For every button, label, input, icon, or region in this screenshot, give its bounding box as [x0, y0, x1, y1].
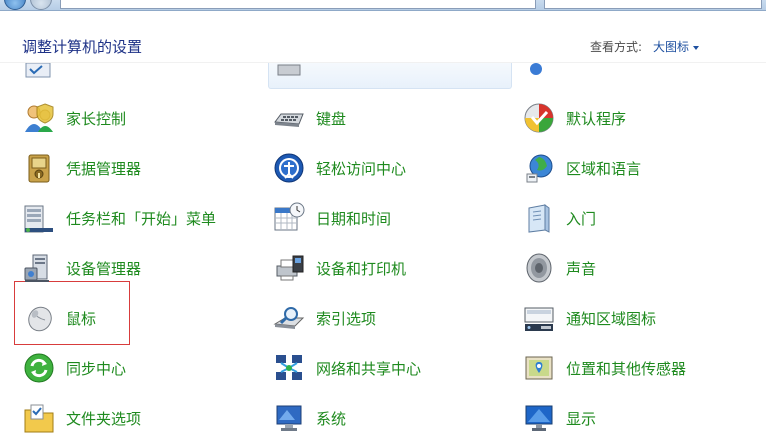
sound-icon	[522, 251, 556, 285]
item-label: 任务栏和「开始」菜单	[66, 209, 217, 228]
item-getting-started[interactable]: 入门	[522, 196, 596, 240]
indexing-icon	[272, 301, 306, 335]
item-label: 鼠标	[66, 309, 97, 328]
item-label: 同步中心	[66, 359, 127, 378]
item-label: 声音	[566, 259, 597, 278]
folder-options-icon	[22, 401, 56, 435]
view-mode-label: 查看方式:	[590, 40, 643, 54]
item-date-time[interactable]: 日期和时间	[272, 196, 391, 240]
item-system[interactable]: 系统	[272, 396, 346, 439]
item-credential-manager[interactable]: 凭据管理器	[22, 146, 141, 190]
item-label: 日期和时间	[316, 209, 392, 228]
back-button[interactable]	[4, 0, 26, 10]
ease-of-access-icon	[272, 151, 306, 185]
item-label: 默认程序	[566, 109, 627, 128]
item-ease-of-access[interactable]: 轻松访问中心	[272, 146, 406, 190]
item-folder-options[interactable]: 文件夹选项	[22, 396, 141, 439]
item-device-manager[interactable]: 设备管理器	[22, 246, 141, 290]
item-label: 设备和打印机	[316, 259, 407, 278]
view-mode-dropdown[interactable]: 大图标	[653, 38, 700, 55]
item-default-programs[interactable]: 默认程序	[522, 96, 626, 140]
item-display[interactable]: 显示	[522, 396, 596, 439]
display-icon	[522, 401, 556, 435]
getting-started-icon	[522, 201, 556, 235]
item-region-language[interactable]: 区域和语言	[522, 146, 641, 190]
date-time-icon	[272, 201, 306, 235]
item-location-sensors[interactable]: 位置和其他传感器	[522, 346, 686, 390]
credential-manager-icon	[22, 151, 56, 185]
region-language-icon	[522, 151, 556, 185]
view-mode-value: 大图标	[653, 40, 690, 54]
search-input[interactable]	[544, 0, 762, 9]
page-title: 调整计算机的设置	[22, 38, 143, 56]
hover-highlight	[268, 63, 512, 89]
address-bar-strip: ▾	[0, 0, 766, 11]
item-label: 网络和共享中心	[316, 359, 422, 378]
item-label: 文件夹选项	[66, 409, 142, 428]
forward-button[interactable]	[30, 0, 52, 10]
default-programs-icon	[522, 101, 556, 135]
item-parental-controls[interactable]: 家长控制	[22, 96, 126, 140]
address-bar[interactable]: ▾	[60, 0, 536, 9]
devices-printers-icon	[272, 251, 306, 285]
item-sync-center[interactable]: 同步中心	[22, 346, 126, 390]
control-panel-window: ▾ 调整计算机的设置 查看方式: 大图标	[0, 0, 766, 439]
network-icon	[272, 351, 306, 385]
taskbar-icon	[22, 201, 56, 235]
item-label: 区域和语言	[566, 159, 642, 178]
item-label: 通知区域图标	[566, 309, 657, 328]
item-label: 家长控制	[66, 109, 127, 128]
partial-row-icon-2	[274, 63, 304, 81]
item-label: 索引选项	[316, 309, 377, 328]
item-label: 轻松访问中心	[316, 159, 407, 178]
system-icon	[272, 401, 306, 435]
item-label: 设备管理器	[66, 259, 142, 278]
parental-controls-icon	[22, 101, 56, 135]
item-label: 凭据管理器	[66, 159, 142, 178]
item-taskbar-start-menu[interactable]: 任务栏和「开始」菜单	[22, 196, 216, 240]
item-label: 位置和其他传感器	[566, 359, 687, 378]
item-label: 键盘	[316, 109, 347, 128]
partial-row-icon-3	[526, 63, 556, 81]
location-sensors-icon	[522, 351, 556, 385]
notification-area-icon	[522, 301, 556, 335]
mouse-icon	[22, 301, 56, 335]
item-notification-area-icons[interactable]: 通知区域图标	[522, 296, 656, 340]
partial-row-icon	[24, 63, 54, 81]
keyboard-icon	[272, 101, 306, 135]
item-mouse[interactable]: 鼠标	[22, 296, 96, 340]
item-label: 入门	[566, 209, 597, 228]
sync-center-icon	[22, 351, 56, 385]
item-devices-printers[interactable]: 设备和打印机	[272, 246, 406, 290]
device-manager-icon	[22, 251, 56, 285]
item-network-sharing[interactable]: 网络和共享中心	[272, 346, 421, 390]
item-label: 系统	[316, 409, 347, 428]
item-sound[interactable]: 声音	[522, 246, 596, 290]
item-indexing-options[interactable]: 索引选项	[272, 296, 376, 340]
item-keyboard[interactable]: 键盘	[272, 96, 346, 140]
chevron-down-icon	[693, 45, 700, 50]
item-label: 显示	[566, 409, 597, 428]
